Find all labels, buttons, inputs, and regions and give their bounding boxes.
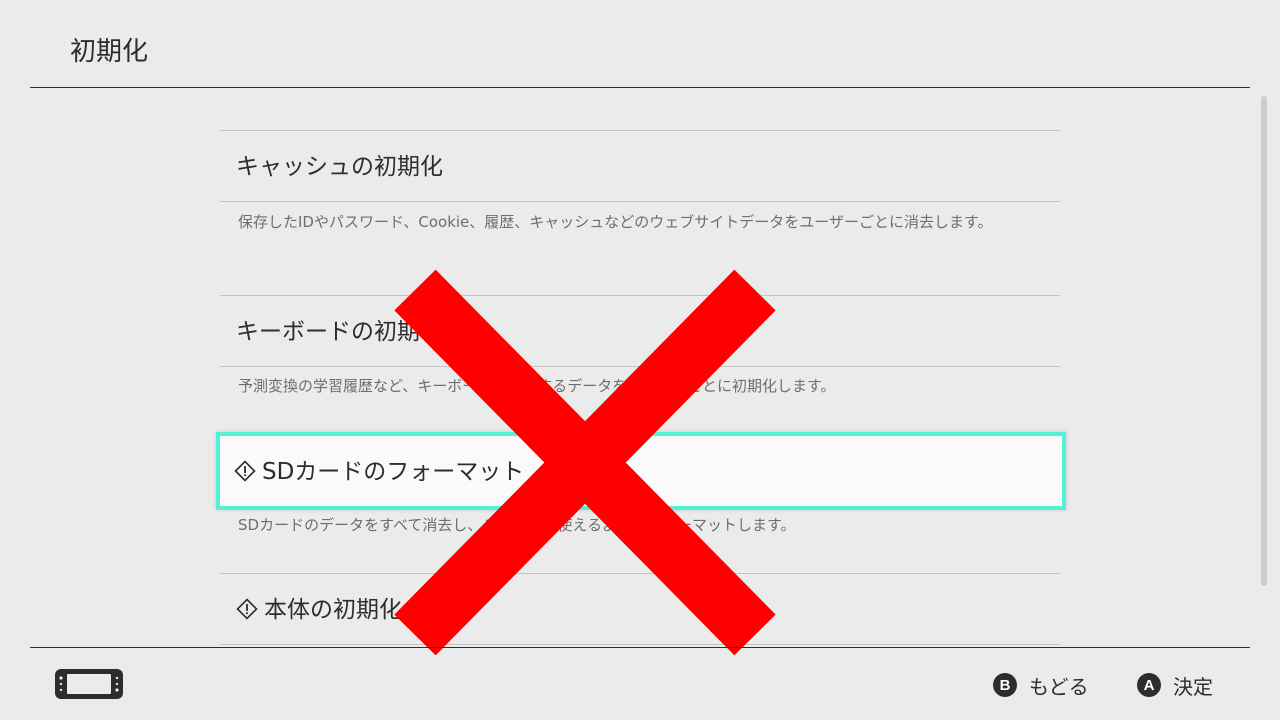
a-button-icon: A xyxy=(1137,673,1161,697)
divider xyxy=(220,295,1060,296)
divider xyxy=(220,201,1060,202)
console-handheld-icon xyxy=(55,669,123,699)
menu-item-label: 本体の初期化 xyxy=(264,597,402,623)
warning-diamond-icon xyxy=(234,460,256,482)
menu-item-format-sd-card[interactable]: SDカードのフォーマット xyxy=(216,432,1066,510)
reset-settings-screen: 初期化 キャッシュの初期化 保存したIDやパスワード、Cookie、履歴、キャッ… xyxy=(0,0,1280,720)
divider xyxy=(220,366,1060,367)
back-button[interactable]: B もどる xyxy=(993,670,1089,700)
page-title: 初期化 xyxy=(70,37,149,67)
item-description: 予測変換の学習履歴など、キーボードに関連するデータをユーザーごとに初期化します。 xyxy=(238,377,836,395)
header-divider xyxy=(30,87,1250,88)
menu-item-label-wrap: SDカードのフォーマット xyxy=(234,457,524,487)
item-description: SDカードのデータをすべて消去し、この本体で使えるようにフォーマットします。 xyxy=(238,516,796,534)
scrollbar[interactable] xyxy=(1261,96,1267,586)
divider xyxy=(220,573,1060,574)
divider xyxy=(220,644,1060,645)
menu-item-reset-keyboard[interactable]: キーボードの初期化 xyxy=(236,317,443,347)
menu-item-initialize-console[interactable]: 本体の初期化 xyxy=(236,595,402,625)
settings-list: キャッシュの初期化 保存したIDやパスワード、Cookie、履歴、キャッシュなど… xyxy=(220,130,1060,647)
back-label: もどる xyxy=(1029,674,1089,699)
footer-divider xyxy=(30,647,1250,648)
warning-diamond-icon xyxy=(236,598,258,620)
item-description: 保存したIDやパスワード、Cookie、履歴、キャッシュなどのウェブサイトデータ… xyxy=(238,213,993,231)
confirm-label: 決定 xyxy=(1173,674,1213,699)
menu-item-clear-cache[interactable]: キャッシュの初期化 xyxy=(236,152,443,182)
confirm-button[interactable]: A 決定 xyxy=(1137,670,1213,700)
menu-item-label: SDカードのフォーマット xyxy=(262,459,525,485)
b-button-icon: B xyxy=(993,673,1017,697)
divider xyxy=(220,130,1060,131)
